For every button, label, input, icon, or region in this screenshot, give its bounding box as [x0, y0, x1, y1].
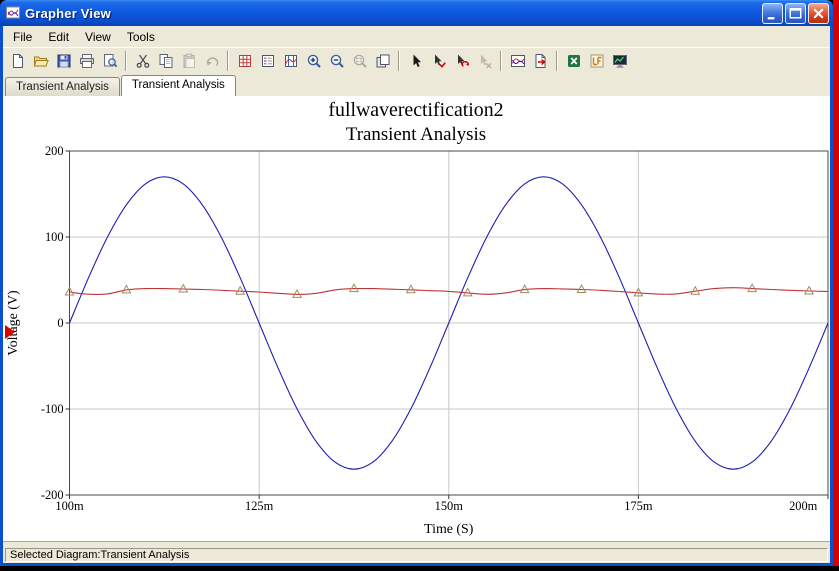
chart-page: 100m 125m 150m 175m 200m 200 100 0 -100 -200 full… — [3, 96, 830, 541]
chart-title: fullwaverectification2 — [328, 99, 503, 121]
print-preview-button[interactable] — [98, 50, 121, 72]
window-title: Grapher View — [25, 5, 111, 21]
select-marks-button[interactable] — [404, 50, 427, 72]
new-button[interactable] — [6, 50, 29, 72]
copy-button[interactable] — [154, 50, 177, 72]
x-tick-label: 175m — [624, 499, 653, 513]
x-tick-label: 150m — [435, 499, 464, 513]
menu-view[interactable]: View — [77, 28, 119, 46]
export-labview-button[interactable] — [585, 50, 608, 72]
status-text: Selected Diagram:Transient Analysis — [5, 548, 828, 562]
save-button[interactable] — [52, 50, 75, 72]
show-legend-button[interactable] — [256, 50, 279, 72]
tabstrip: Transient Analysis Transient Analysis — [3, 74, 830, 96]
open-icon — [33, 53, 49, 69]
minimize-button[interactable] — [762, 2, 783, 24]
export-labview-icon — [589, 53, 605, 69]
zoom-area-icon — [352, 53, 368, 69]
toolbar-separator — [500, 51, 502, 71]
maximize-button[interactable] — [785, 2, 806, 24]
show-grid-icon — [237, 53, 253, 69]
select-marks-icon — [408, 53, 424, 69]
paste-button — [177, 50, 200, 72]
revert-marks-icon — [454, 53, 470, 69]
menu-tools[interactable]: Tools — [119, 28, 163, 46]
y-axis-label: Voltage (V) — [6, 290, 21, 356]
y-tick-label: -200 — [41, 488, 64, 502]
open-button[interactable] — [29, 50, 52, 72]
menubar: File Edit View Tools — [3, 26, 830, 47]
y-tick-label: 200 — [45, 144, 64, 158]
window-controls — [762, 2, 829, 24]
cut-button[interactable] — [131, 50, 154, 72]
clear-marks-button — [473, 50, 496, 72]
zoom-out-button[interactable] — [325, 50, 348, 72]
y-tick-label: -100 — [41, 402, 64, 416]
show-cursors-icon — [283, 53, 299, 69]
undo-icon — [204, 53, 220, 69]
clear-marks-icon — [477, 53, 493, 69]
paste-icon — [181, 53, 197, 69]
minimize-icon — [767, 16, 775, 19]
print-button[interactable] — [75, 50, 98, 72]
revert-marks-button[interactable] — [450, 50, 473, 72]
export-display-icon — [612, 53, 628, 69]
export-display-button[interactable] — [608, 50, 631, 72]
save-icon — [56, 53, 72, 69]
toolbar — [3, 47, 830, 74]
toolbar-separator — [125, 51, 127, 71]
zoom-full-button[interactable] — [371, 50, 394, 72]
show-grid-button[interactable] — [233, 50, 256, 72]
export-excel-icon — [566, 53, 582, 69]
new-icon — [10, 53, 26, 69]
zoom-area-button — [348, 50, 371, 72]
apply-marks-button[interactable] — [427, 50, 450, 72]
chart-subtitle: Transient Analysis — [346, 124, 486, 145]
zoom-full-icon — [375, 53, 391, 69]
apply-marks-icon — [431, 53, 447, 69]
x-tick-label: 200m — [789, 499, 818, 513]
x-axis-label: Time (S) — [424, 522, 474, 537]
export-page-icon — [533, 53, 549, 69]
print-preview-icon — [102, 53, 118, 69]
maximize-icon — [789, 7, 802, 18]
undo-button — [200, 50, 223, 72]
toolbar-separator — [556, 51, 558, 71]
chart-canvas: 100m 125m 150m 175m 200m2001000-100-200 full… — [4, 99, 829, 537]
cut-icon — [135, 53, 151, 69]
close-button[interactable] — [808, 2, 829, 24]
print-icon — [79, 53, 95, 69]
overlay-traces-button[interactable] — [506, 50, 529, 72]
y-tick-label: 0 — [57, 316, 63, 330]
menu-edit[interactable]: Edit — [40, 28, 77, 46]
zoom-in-icon — [306, 53, 322, 69]
x-tick-label: 125m — [245, 499, 274, 513]
titlebar[interactable]: Grapher View — [0, 0, 833, 26]
toolbar-separator — [227, 51, 229, 71]
toolbar-separator — [398, 51, 400, 71]
window-content: File Edit View Tools Transient Analysis Tran… — [0, 26, 833, 566]
grapher-app-icon — [4, 5, 21, 22]
copy-icon — [158, 53, 174, 69]
overlay-traces-icon — [510, 53, 526, 69]
close-icon — [813, 7, 824, 19]
zoom-out-icon — [329, 53, 345, 69]
export-excel-button[interactable] — [562, 50, 585, 72]
menu-file[interactable]: File — [5, 28, 40, 46]
show-legend-icon — [260, 53, 276, 69]
y-tick-label: 100 — [45, 230, 64, 244]
show-cursors-button[interactable] — [279, 50, 302, 72]
grapher-window: Grapher View File Edit View Tools Transi… — [0, 0, 833, 566]
export-page-button[interactable] — [529, 50, 552, 72]
desktop-background-strip — [833, 0, 839, 566]
zoom-in-button[interactable] — [302, 50, 325, 72]
tab-2-transient-analysis[interactable]: Transient Analysis — [120, 75, 236, 96]
tab-1-transient-analysis[interactable]: Transient Analysis — [5, 77, 120, 96]
statusbar: Selected Diagram:Transient Analysis — [3, 547, 830, 563]
